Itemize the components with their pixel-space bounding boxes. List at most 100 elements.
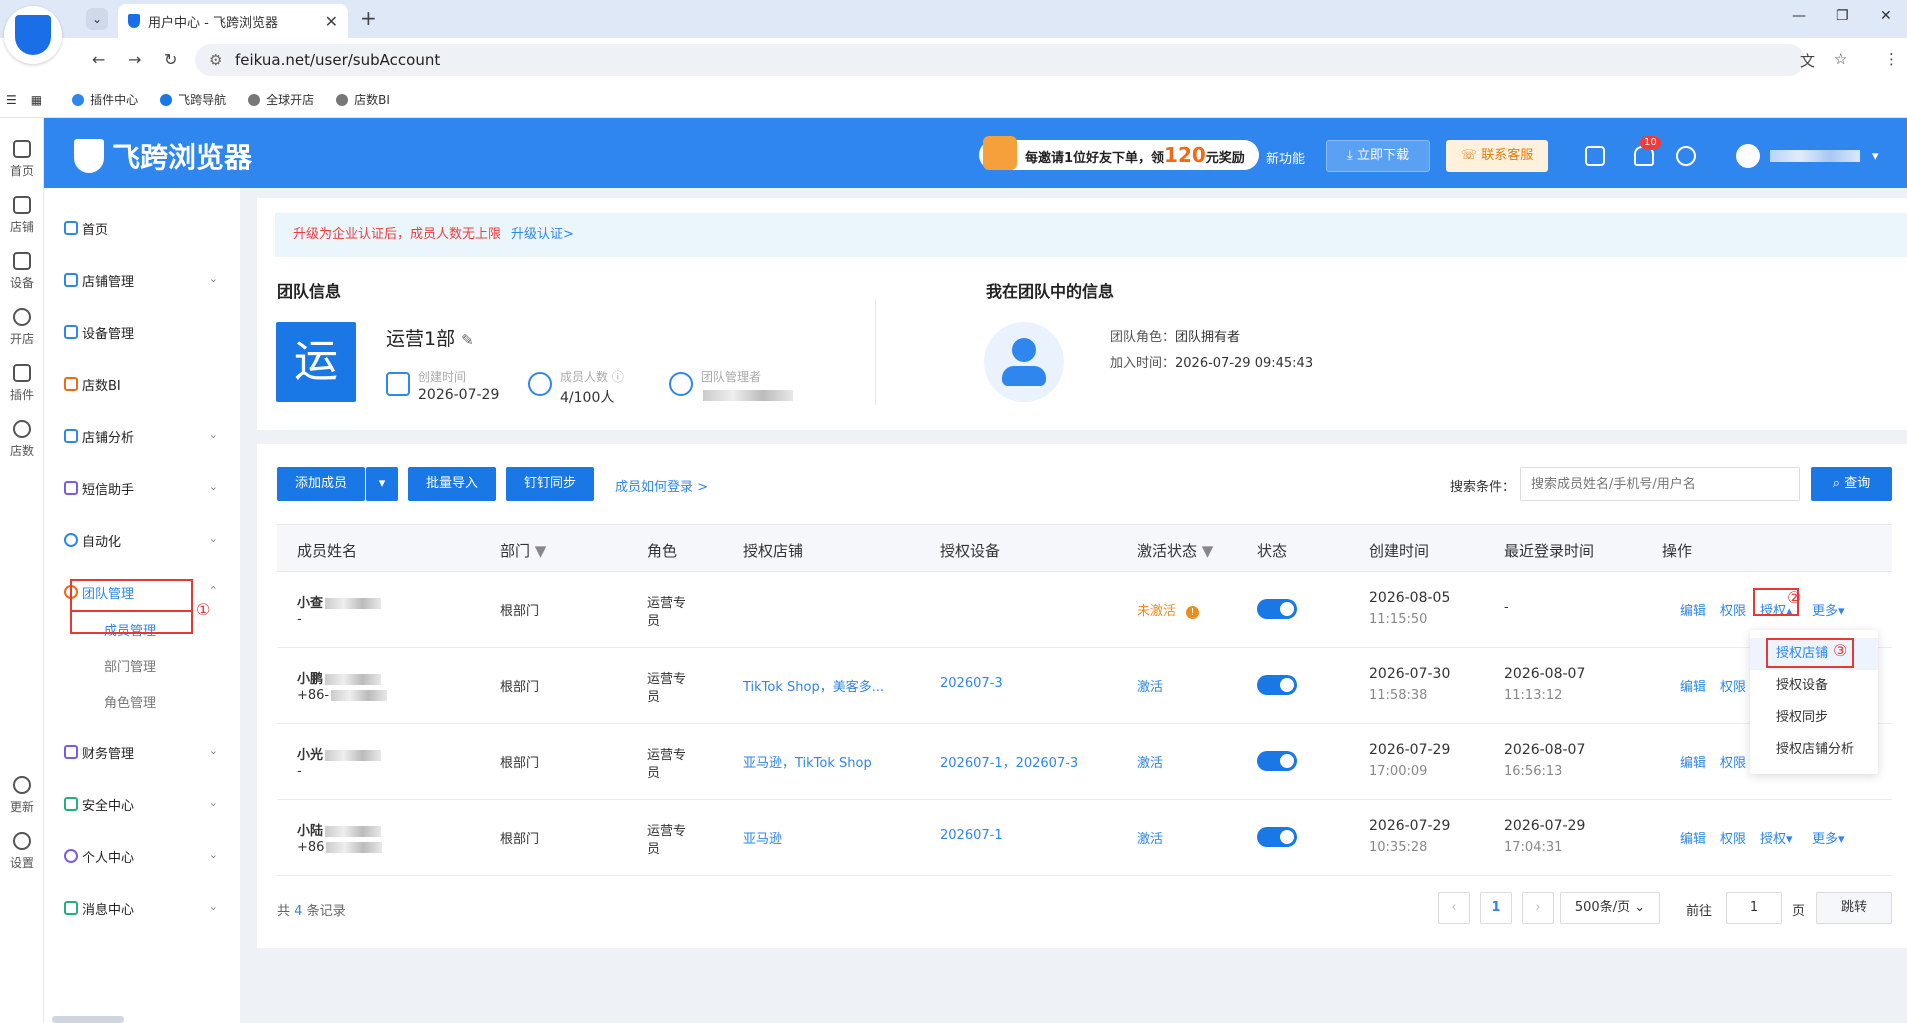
rail-settings[interactable]: 设置	[0, 832, 44, 871]
sidebar-item-finance[interactable]: 财务管理 ⌄	[44, 732, 240, 772]
jump-button[interactable]: 跳转	[1816, 892, 1892, 924]
user-menu[interactable]: ▾	[1736, 144, 1879, 168]
filter-icon[interactable]: ▼	[535, 542, 547, 560]
sidebar-item-messages[interactable]: 消息中心 ⌄	[44, 888, 240, 928]
bookmark-plugins[interactable]: 插件中心	[72, 91, 138, 108]
new-tab-icon[interactable]: +	[360, 6, 377, 30]
upgrade-link[interactable]: 升级认证>	[511, 227, 574, 242]
goto-page-input[interactable]: 1	[1726, 892, 1782, 924]
bookmark-bi[interactable]: 店数BI	[336, 91, 390, 108]
chevron-up-icon: ⌃	[208, 584, 218, 597]
back-icon[interactable]: ←	[92, 50, 105, 69]
browser-tab[interactable]: 用户中心 - 飞跨浏览器 ✕	[118, 4, 348, 38]
authorized-devices[interactable]: 202607-1	[940, 828, 1003, 843]
more-dropdown[interactable]: 更多▾	[1812, 600, 1845, 619]
site-info-icon[interactable]: ⚙	[209, 44, 222, 76]
authorize-device-item[interactable]: 授权设备	[1750, 670, 1878, 702]
tab-close-icon[interactable]: ✕	[325, 12, 338, 31]
translate-icon[interactable]: 文	[1800, 50, 1815, 71]
rail-home[interactable]: 首页	[0, 140, 44, 179]
prev-page-icon[interactable]: ‹	[1438, 892, 1470, 924]
sidebar-item-shops[interactable]: 店铺管理 ⌄	[44, 260, 240, 300]
restore-icon[interactable]: ❐	[1836, 8, 1849, 24]
apps-grid-icon[interactable]: ▦	[31, 93, 42, 107]
rail-shops[interactable]: 店铺	[0, 196, 44, 235]
bookmark-navigation[interactable]: 飞跨导航	[160, 91, 226, 108]
contact-support-button[interactable]: ☏ 联系客服	[1446, 140, 1548, 172]
status-toggle[interactable]	[1257, 827, 1297, 847]
tab-list-chevron-icon[interactable]: ⌄	[86, 8, 108, 30]
download-button[interactable]: ⤓ 立即下载	[1326, 140, 1430, 172]
col-created: 创建时间	[1369, 542, 1430, 560]
sidebar-sub-roles[interactable]: 角色管理	[44, 688, 240, 720]
edit-link[interactable]: 编辑	[1680, 752, 1706, 771]
search-input[interactable]	[1520, 467, 1800, 501]
rail-open-shop[interactable]: 开店	[0, 308, 44, 347]
authorized-shops[interactable]: 亚马逊	[743, 828, 782, 847]
sidebar-item-analysis[interactable]: 店铺分析 ⌄	[44, 416, 240, 456]
sidebar-item-profile[interactable]: 个人中心 ⌄	[44, 836, 240, 876]
edit-link[interactable]: 编辑	[1680, 676, 1706, 695]
sidebar-toggle-icon[interactable]: ☰	[6, 93, 17, 107]
authorize-dropdown[interactable]: 授权▾	[1760, 828, 1793, 847]
status-toggle[interactable]	[1257, 599, 1297, 619]
authorized-shops[interactable]: 亚马逊，TikTok Shop	[743, 752, 872, 771]
bookmark-global-shop[interactable]: 全球开店	[248, 91, 314, 108]
page-size-select[interactable]: 500条/页 ⌄	[1560, 892, 1660, 924]
add-member-button[interactable]: 添加成员	[277, 467, 365, 501]
sidebar-item-automation[interactable]: 自动化 ⌄	[44, 520, 240, 560]
info-divider	[875, 300, 876, 405]
browser-menu-icon[interactable]: ⋮	[1884, 50, 1899, 68]
permission-link[interactable]: 权限	[1720, 600, 1746, 619]
more-dropdown[interactable]: 更多▾	[1812, 828, 1845, 847]
reload-icon[interactable]: ↻	[164, 50, 177, 69]
edit-link[interactable]: 编辑	[1680, 600, 1706, 619]
shield-icon	[64, 797, 78, 811]
help-icon[interactable]	[1676, 146, 1696, 166]
url-field[interactable]: ⚙ feikua.net/user/subAccount	[195, 44, 1805, 76]
dingtalk-sync-button[interactable]: 钉钉同步	[506, 467, 594, 501]
member-role-line1: 运营专	[647, 672, 687, 687]
add-member-dropdown-icon[interactable]: ▾	[366, 467, 398, 501]
rail-update[interactable]: 更新	[0, 776, 44, 815]
filter-icon[interactable]: ▼	[1202, 542, 1214, 560]
permission-link[interactable]: 权限	[1720, 676, 1746, 695]
page-number[interactable]: 1	[1480, 892, 1512, 924]
edit-link[interactable]: 编辑	[1680, 828, 1706, 847]
authorized-devices[interactable]: 202607-3	[940, 676, 1003, 691]
batch-import-button[interactable]: 批量导入	[408, 467, 496, 501]
sidebar-item-devices[interactable]: 设备管理	[44, 312, 240, 352]
permission-link[interactable]: 权限	[1720, 828, 1746, 847]
invite-promo-banner[interactable]: 每邀请1位好友下单，领120元奖励	[979, 136, 1259, 170]
sidebar-item-sms[interactable]: 短信助手 ⌄	[44, 468, 240, 508]
status-toggle[interactable]	[1257, 675, 1297, 695]
bookmark-star-icon[interactable]: ☆	[1834, 50, 1847, 68]
rail-bi[interactable]: 店数	[0, 420, 44, 459]
edit-icon[interactable]: ✎	[461, 331, 474, 349]
authorize-sync-item[interactable]: 授权同步	[1750, 702, 1878, 734]
sidebar-item-security[interactable]: 安全中心 ⌄	[44, 784, 240, 824]
next-page-icon[interactable]: ›	[1522, 892, 1554, 924]
total-records: 共 4 条记录	[277, 904, 346, 919]
sidebar-scrollbar[interactable]	[52, 1016, 124, 1023]
sun-gear-icon	[64, 533, 78, 547]
permission-link[interactable]: 权限	[1720, 752, 1746, 771]
sidebar-item-bi[interactable]: 店数BI	[44, 364, 240, 404]
notes-icon[interactable]	[1585, 146, 1605, 166]
authorized-devices[interactable]: 202607-1，202607-3	[940, 752, 1078, 771]
minimize-icon[interactable]: —	[1792, 8, 1806, 24]
status-toggle[interactable]	[1257, 751, 1297, 771]
authorize-shop-analysis-item[interactable]: 授权店铺分析	[1750, 734, 1878, 766]
sidebar-item-home[interactable]: 首页	[44, 208, 240, 248]
help-circle-icon[interactable]: ⓘ	[612, 370, 624, 384]
brand-logo[interactable]: 飞跨浏览器	[74, 136, 252, 176]
authorized-shops[interactable]: TikTok Shop，美客多...	[743, 676, 884, 695]
how-to-login-link[interactable]: 成员如何登录 >	[615, 476, 708, 495]
query-button[interactable]: ⌕ 查询	[1811, 467, 1892, 501]
rail-plugins[interactable]: 插件	[0, 364, 44, 403]
new-feature-link[interactable]: 新功能	[1266, 148, 1305, 167]
sidebar-sub-departments[interactable]: 部门管理	[44, 652, 240, 684]
window-close-icon[interactable]: ✕	[1880, 8, 1892, 24]
rail-devices[interactable]: 设备	[0, 252, 44, 291]
forward-icon[interactable]: →	[128, 50, 141, 69]
